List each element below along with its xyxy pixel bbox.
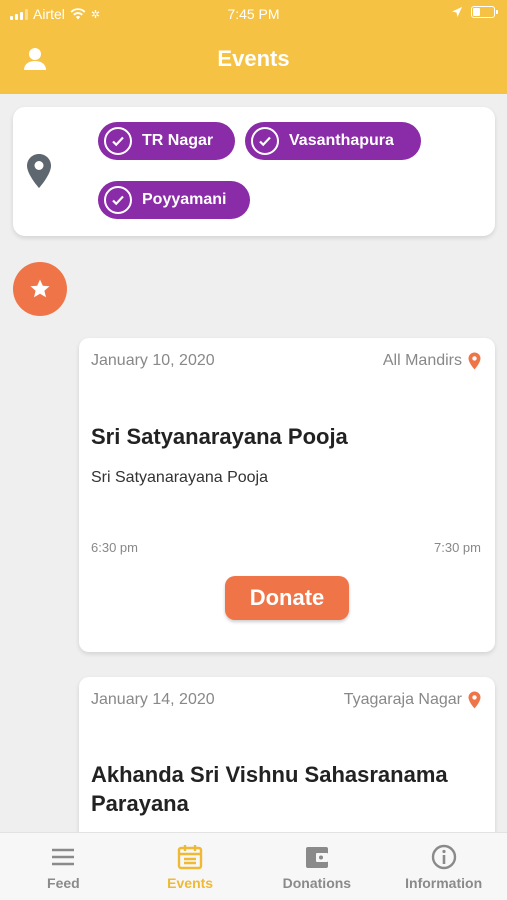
favorites-button[interactable]: [13, 262, 67, 316]
tab-bar: Feed Events Donations Information: [0, 832, 507, 900]
event-title: Sri Satyanarayana Pooja: [91, 424, 348, 449]
event-location: Tyagaraja Nagar: [344, 691, 481, 709]
star-icon: [30, 279, 50, 298]
menu-icon: [52, 848, 75, 866]
check-icon: [251, 127, 279, 155]
event-end-time: 7:30 pm: [434, 540, 481, 555]
event-date: January 10, 2020: [91, 352, 215, 369]
calendar-icon: [177, 845, 203, 870]
tab-label: Feed: [47, 875, 80, 891]
info-icon: [431, 844, 456, 870]
location-chip-label: Vasanthapura: [289, 132, 394, 149]
event-start-time: 6:30 pm: [91, 540, 138, 555]
location-pin-icon: [27, 154, 51, 188]
tab-feed[interactable]: Feed: [0, 833, 127, 900]
page-title: Events: [217, 46, 290, 71]
location-chip-label: TR Nagar: [142, 132, 214, 149]
tab-label: Events: [167, 875, 214, 891]
event-location-label: Tyagaraja Nagar: [343, 691, 462, 708]
status-bar: Airtel ✲ 7:45 PM: [0, 0, 507, 30]
location-arrow-icon: [452, 7, 462, 17]
location-chip-poyyamani[interactable]: Poyyamani: [98, 181, 250, 219]
tab-label: Donations: [282, 875, 352, 891]
check-icon: [104, 127, 132, 155]
event-title: Akhanda Sri Vishnu Sahasranama Parayana: [91, 762, 448, 816]
location-chip-label: Poyyamani: [142, 191, 227, 208]
event-card[interactable]: January 14, 2020 Tyagaraja Nagar Akhanda…: [79, 677, 495, 847]
location-chip-vasanthapura[interactable]: Vasanthapura: [245, 122, 421, 160]
event-date: January 14, 2020: [91, 691, 215, 708]
donate-button[interactable]: Donate: [225, 576, 349, 620]
tab-donations[interactable]: Donations: [254, 833, 381, 900]
battery-icon: [471, 6, 498, 18]
check-icon: [104, 186, 132, 214]
event-description: Sri Satyanarayana Pooja: [91, 469, 268, 486]
event-location-label: All Mandirs: [382, 352, 462, 369]
event-card[interactable]: January 10, 2020 All Mandirs Sri Satyana…: [79, 338, 495, 652]
location-chip-tr-nagar[interactable]: TR Nagar: [98, 122, 235, 160]
wallet-icon: [305, 847, 328, 868]
tab-events[interactable]: Events: [127, 833, 254, 900]
tab-information[interactable]: Information: [380, 833, 507, 900]
tab-label: Information: [405, 875, 483, 891]
location-pin-icon: [468, 691, 481, 709]
location-pin-icon: [468, 352, 481, 370]
app-header: Airtel ✲ 7:45 PM Events: [0, 0, 507, 94]
status-time: 7:45 PM: [227, 6, 280, 22]
event-location: All Mandirs: [383, 352, 481, 370]
